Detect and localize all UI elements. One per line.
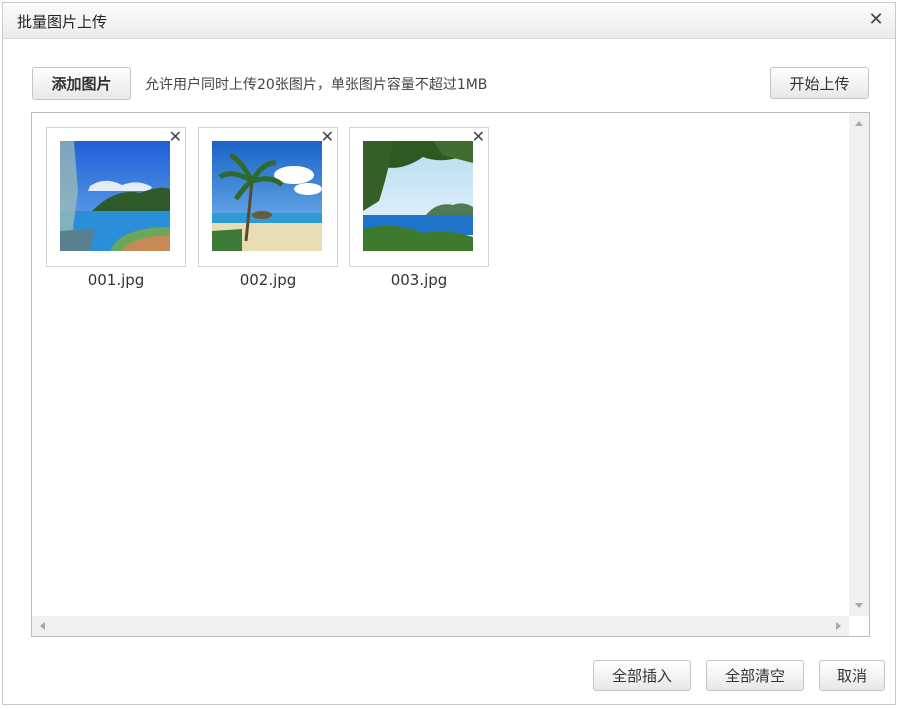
start-upload-button[interactable]: 开始上传 [770,67,869,99]
remove-icon[interactable]: ✕ [169,129,182,145]
file-item[interactable]: ✕ 002.jpg [198,127,338,289]
clear-all-button[interactable]: 全部清空 [706,660,804,691]
cancel-button[interactable]: 取消 [819,660,885,691]
scroll-down-icon[interactable] [855,603,863,608]
file-name: 001.jpg [87,271,145,289]
insert-all-button[interactable]: 全部插入 [593,660,691,691]
file-list: ✕ 001.jpg ✕ 002.jpg ✕ 003.jpg [31,112,870,637]
thumbnail-image [363,141,473,251]
add-image-button[interactable]: 添加图片 [32,67,131,100]
file-item[interactable]: ✕ 001.jpg [46,127,186,289]
thumbnail-image [60,141,170,251]
close-icon[interactable]: ✕ [867,11,885,29]
remove-icon[interactable]: ✕ [321,129,334,145]
file-name: 003.jpg [390,271,448,289]
dialog-title: 批量图片上传 [17,13,108,31]
vertical-scrollbar[interactable] [849,113,869,616]
upload-tip: 允许用户同时上传20张图片，单张图片容量不超过1MB [145,77,488,93]
scroll-up-icon[interactable] [855,121,863,126]
remove-icon[interactable]: ✕ [472,129,485,145]
scroll-right-icon[interactable] [836,622,841,630]
upload-dialog: 批量图片上传 ✕ 添加图片 允许用户同时上传20张图片，单张图片容量不超过1MB… [2,2,896,705]
file-name: 002.jpg [239,271,297,289]
scroll-corner [849,616,869,636]
file-item[interactable]: ✕ 003.jpg [349,127,489,289]
scroll-left-icon[interactable] [40,622,45,630]
horizontal-scrollbar[interactable] [32,616,849,636]
dialog-titlebar: 批量图片上传 ✕ [3,3,895,39]
thumbnail-image [212,141,322,251]
